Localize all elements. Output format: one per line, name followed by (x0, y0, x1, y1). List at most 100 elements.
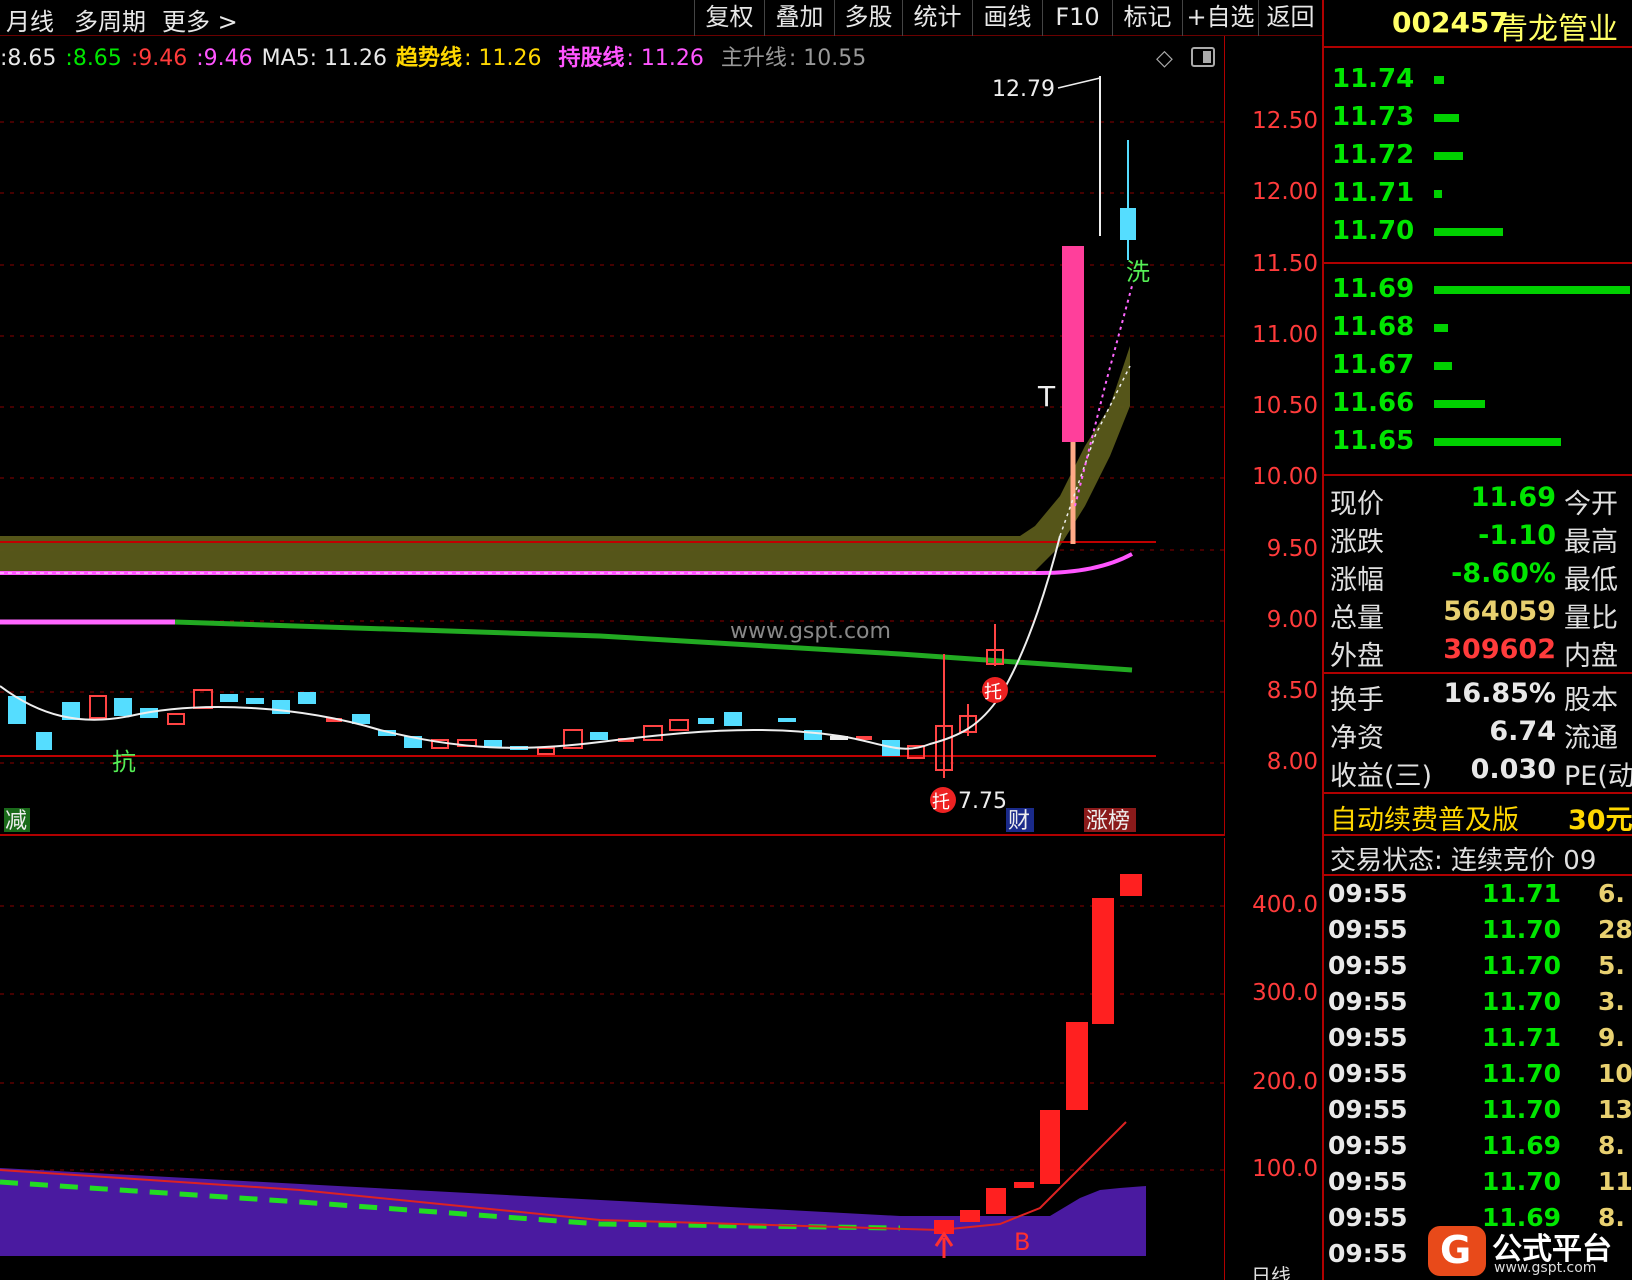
stock-header: 002457 青龙管业 (1324, 0, 1632, 48)
vol-tick: 400.0 (1252, 892, 1318, 918)
promo-divider (1324, 792, 1632, 794)
f10-button[interactable]: F10 (1042, 0, 1112, 36)
vol-bar (1014, 1182, 1034, 1188)
depth-bar (1434, 76, 1444, 84)
ask-row[interactable]: 11.74 (1324, 62, 1632, 100)
vol-bar (1120, 874, 1142, 896)
ask-row[interactable]: 11.70 (1324, 214, 1632, 252)
promo-price: 30元 (1568, 805, 1632, 836)
quote-row: 涨幅 -8.60% 最低 (1330, 558, 1618, 596)
vol-bar (1092, 898, 1114, 1024)
logo-url: www.gspt.com (1494, 1260, 1597, 1276)
price-tick: 11.50 (1252, 251, 1318, 277)
candle (724, 712, 742, 726)
multi-period-tab[interactable]: 多周期 (74, 2, 146, 37)
candle (778, 718, 796, 722)
price-tick: 12.50 (1252, 108, 1318, 134)
depth-bar (1434, 152, 1463, 160)
price-tick: 8.50 (1266, 678, 1318, 704)
low-label: 7.75 (958, 789, 1007, 814)
multi-stock-button[interactable]: 多股 (834, 0, 902, 36)
latest-candle (1120, 208, 1136, 240)
back-button[interactable]: 返回 (1258, 0, 1322, 36)
support-label: 托 (932, 792, 950, 813)
ask-row[interactable]: 11.71 (1324, 176, 1632, 214)
promo-row[interactable]: 自动续费普及版 30元 (1324, 796, 1632, 836)
quote-divider (1324, 672, 1632, 674)
candle (114, 698, 132, 716)
mark-button[interactable]: 标记 (1112, 0, 1182, 36)
depth-bar (1434, 286, 1630, 294)
quote-row: 净资 6.74 流通 (1330, 716, 1618, 754)
bid-row[interactable]: 11.65 (1324, 424, 1632, 462)
price-tick: 8.00 (1266, 749, 1318, 775)
brand-logo: G 公式平台 www.gspt.com (1428, 1222, 1632, 1280)
price-tick: 10.00 (1252, 464, 1318, 490)
high-label: 12.79 (992, 77, 1055, 102)
quote-row: 收益(三) 0.030 PE(动 (1330, 754, 1632, 792)
trade-status: 交易状态: 连续竞价 09 (1330, 846, 1597, 876)
depth-bar (1434, 114, 1459, 122)
bid-row[interactable]: 11.66 (1324, 386, 1632, 424)
statistics-button[interactable]: 统计 (902, 0, 972, 36)
vol-tick: 200.0 (1252, 1069, 1318, 1095)
quote-row: 涨跌 -1.10 最高 (1330, 520, 1618, 558)
quote-row: 换手 16.85% 股本 (1330, 678, 1618, 716)
bid-row[interactable]: 11.69 (1324, 272, 1632, 310)
depth-bar (1434, 362, 1452, 370)
tick-row: 09:5511.7011. (1328, 1167, 1632, 1196)
wash-label: 洗 (1126, 258, 1150, 286)
ticks-divider (1324, 874, 1632, 876)
high-arrow (1057, 77, 1101, 89)
buy-label: B (1014, 1228, 1030, 1256)
finance-label: 财 (1008, 809, 1030, 834)
stock-name: 青龙管业 (1498, 12, 1618, 47)
tick-row: 09:55 11.70 5. (1328, 951, 1625, 980)
tick-row: 09:5511.7028. (1328, 915, 1632, 944)
ask-row[interactable]: 11.73 (1324, 100, 1632, 138)
candle (590, 732, 608, 740)
candle (193, 689, 213, 709)
candle (36, 732, 52, 750)
long-line-green (174, 619, 1133, 673)
monthly-tab[interactable]: 月线 (6, 2, 54, 37)
support-label-2: 托 (984, 682, 1002, 703)
add-watchlist-button[interactable]: +自选 (1182, 0, 1258, 36)
watermark: www.gspt.com (730, 619, 891, 644)
tick-row: 09:5511.7010. (1328, 1059, 1632, 1088)
volume-chart[interactable]: B (0, 838, 1224, 1278)
t-marker: T (1037, 380, 1056, 413)
candles (8, 76, 1136, 778)
price-chart[interactable]: www.gspt.com 12.79 洗 T 抗 托 托 7.75 减 财 涨榜 (0, 36, 1224, 836)
candle (246, 698, 264, 704)
draw-line-button[interactable]: 画线 (972, 0, 1042, 36)
bid-row[interactable]: 11.67 (1324, 348, 1632, 386)
candle (298, 692, 316, 704)
candle (167, 713, 185, 725)
candle (537, 747, 555, 755)
bid-row[interactable]: 11.68 (1324, 310, 1632, 348)
resist-label: 抗 (112, 748, 136, 776)
vol-tick: 100.0 (1252, 1156, 1318, 1182)
period-label: 日线 (1251, 1264, 1291, 1280)
overlay-button[interactable]: 叠加 (764, 0, 834, 36)
candle (220, 694, 238, 702)
promo-text: 自动续费普及版 (1330, 805, 1519, 836)
status-divider (1324, 834, 1632, 836)
tick-row: 09:55 11.70 3. (1328, 987, 1625, 1016)
depth-bar (1434, 228, 1503, 236)
vol-bar (1066, 1022, 1088, 1110)
tick-row: 09:55 11.71 6. (1328, 879, 1625, 908)
vol-bar (986, 1188, 1006, 1214)
candle (669, 719, 689, 731)
tick-row: 09:55 11.69 8. (1328, 1131, 1625, 1160)
quote-row: 外盘 309602 内盘 (1330, 634, 1618, 672)
depth-bar (1434, 400, 1485, 408)
more-menu[interactable]: 更多 > (162, 2, 238, 37)
tick-row: 09:5511.7013. (1328, 1095, 1632, 1124)
vol-tick: 300.0 (1252, 980, 1318, 1006)
adjust-button[interactable]: 复权 (694, 0, 764, 36)
depth-bar (1434, 438, 1561, 446)
ask-row[interactable]: 11.72 (1324, 138, 1632, 176)
price-tick: 9.50 (1266, 536, 1318, 562)
